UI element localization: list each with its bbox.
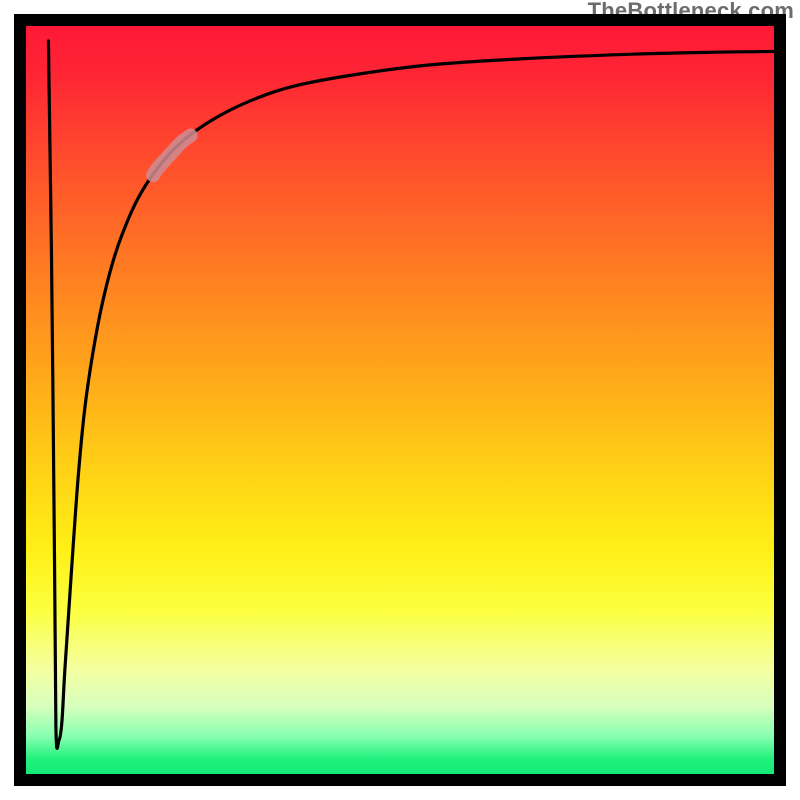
chart-frame: TheBottleneck.com: [0, 0, 800, 800]
plot-area: [14, 14, 786, 786]
bottleneck-curve: [26, 26, 774, 774]
highlight-path: [153, 136, 190, 175]
curve-path: [48, 41, 774, 748]
